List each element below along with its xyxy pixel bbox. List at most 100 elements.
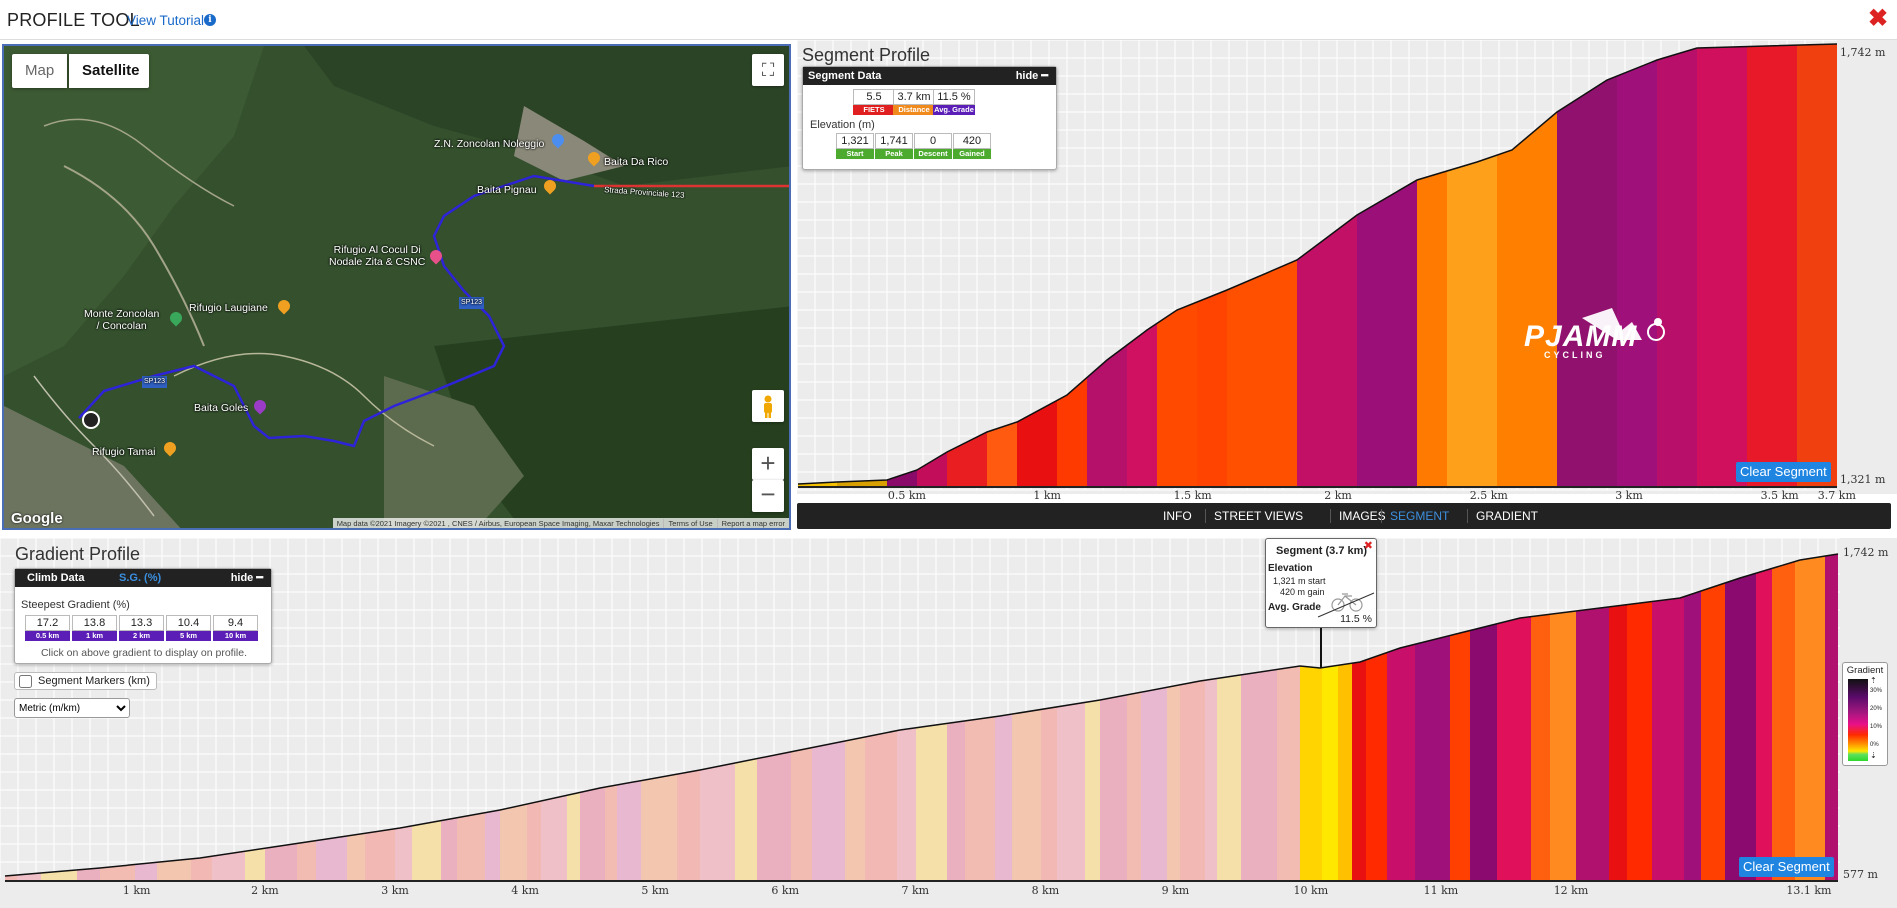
gradient-profile-chart[interactable] (0, 538, 1897, 908)
gradient-band (567, 554, 581, 880)
gradient-band (1447, 44, 1498, 486)
gradient-band (1497, 44, 1558, 486)
steepest-gradient-tab[interactable]: S.G. (%) (119, 569, 161, 587)
gradient-band (1141, 554, 1168, 880)
x-axis-tick-label: 2 km (251, 884, 279, 897)
gradient-band (605, 554, 618, 880)
x-axis-tick-label: 3 km (381, 884, 409, 897)
tooltip-title: Segment (3.7 km) (1276, 545, 1368, 557)
gradient-band (1100, 554, 1128, 880)
map-type-map-button[interactable]: Map (12, 54, 68, 88)
tab-separator (1205, 509, 1206, 523)
gradient-band (580, 554, 606, 880)
gradient-band (865, 554, 898, 880)
map-label-da-rico[interactable]: Baita Da Rico (604, 156, 668, 168)
steepest-gradient-button[interactable]: 9.4 10 km (213, 615, 258, 641)
terms-of-use-link[interactable]: Terms of Use (663, 519, 717, 528)
steepest-gradient-distance: 1 km (72, 631, 117, 641)
gradient-band (1797, 44, 1837, 486)
x-axis-tick-label: 2 km (1324, 489, 1352, 502)
steepest-gradient-button[interactable]: 10.4 5 km (166, 615, 211, 641)
gradient-band (485, 554, 501, 880)
minus-icon: ━ (256, 572, 263, 584)
gradient-band (441, 554, 458, 880)
gradient-band (1550, 554, 1577, 880)
steepest-gradient-button[interactable]: 17.2 0.5 km (25, 615, 70, 641)
segment-markers-checkbox[interactable] (19, 674, 32, 688)
gradient-color-bands (5, 554, 1838, 880)
steepest-gradient-button[interactable]: 13.8 1 km (72, 615, 117, 641)
elevation-stat-label: Gained (953, 149, 991, 159)
map-label-tamai[interactable]: Rifugio Tamai (92, 446, 155, 458)
tooltip-start: 1,321 m start (1273, 576, 1326, 586)
climb-data-tab[interactable]: Climb Data (27, 569, 84, 587)
tab-separator (1381, 509, 1382, 523)
gradient-band (617, 554, 642, 880)
map-label-pignau[interactable]: Baita Pignau (477, 184, 537, 196)
map-label-laugiane[interactable]: Rifugio Laugiane (189, 302, 268, 314)
gradient-band (1697, 44, 1748, 486)
road-shield-sp123: SP123 (459, 297, 485, 309)
steepest-gradient-value: 10.4 (166, 615, 211, 631)
close-icon[interactable]: ✖ (1867, 7, 1889, 31)
hide-segment-data-button[interactable]: hide ━ (1016, 67, 1048, 85)
gradient-band (1297, 44, 1358, 486)
elevation-stat-value: 1,321 (836, 133, 874, 149)
x-axis-tick-label: 7 km (901, 884, 930, 897)
profile-tool-window: PROFILE TOOL View Tutorial i ✖ Map Satel… (0, 0, 1897, 908)
satellite-map[interactable]: Map Satellite ⛶ + − Google Map data ©202… (2, 44, 791, 530)
legend-label-30: 30% (1870, 688, 1883, 694)
gradient-band (1415, 554, 1451, 880)
elevation-stat-label: Start (836, 149, 874, 159)
elevation-stat: 0 Descent (914, 133, 952, 159)
steepest-gradient-button[interactable]: 13.3 2 km (119, 615, 164, 641)
map-label-monte-zoncolan[interactable]: Monte Zoncolan / Concolan (84, 308, 159, 332)
gradient-band (1012, 554, 1042, 880)
x-axis-tick-label: 3.7 km (1817, 489, 1856, 502)
map-label-noleggio[interactable]: Z.N. Zoncolan Noleggio (434, 138, 544, 150)
view-tutorial-link[interactable]: View Tutorial (127, 13, 204, 28)
fullscreen-icon[interactable]: ⛶ (752, 54, 784, 86)
x-axis-tick-label: 0.5 km (887, 489, 926, 502)
x-axis-tick-label: 6 km (771, 884, 800, 897)
tab-gradient[interactable]: GRADIENT (1470, 503, 1544, 529)
gradient-band (1167, 554, 1181, 880)
info-icon[interactable]: i (204, 14, 216, 26)
tooltip-elevation-label: Elevation (1268, 563, 1313, 574)
tooltip-close-icon[interactable]: ✖ (1364, 539, 1373, 552)
gradient-legend: Gradient ⇡ 30% 20% 10% 0% ⇣ (1842, 662, 1888, 766)
gradient-band (1684, 554, 1702, 880)
street-view-pegman-icon[interactable] (752, 390, 784, 422)
gradient-band (845, 554, 866, 880)
clear-segment-button[interactable]: Clear Segment (1736, 462, 1831, 482)
tab-street-views[interactable]: STREET VIEWS (1208, 503, 1309, 529)
tab-info[interactable]: INFO (1157, 503, 1198, 529)
report-map-error-link[interactable]: Report a map error (716, 519, 789, 528)
segment-stat-label: FIETS (853, 105, 895, 115)
zoom-out-button[interactable]: − (752, 480, 784, 512)
gradient-band (1217, 554, 1242, 880)
elevation-stat-value: 1,741 (875, 133, 913, 149)
pjamm-logo-text: PJAMM (1524, 320, 1638, 353)
clear-segment-button[interactable]: Clear Segment (1739, 857, 1834, 877)
map-label-goles[interactable]: Baita Goles (194, 402, 248, 414)
hide-climb-data-button[interactable]: hide ━ (231, 569, 263, 587)
zoom-in-button[interactable]: + (752, 448, 784, 480)
legend-up-arrow: ⇡ (1870, 676, 1877, 685)
gradient-band (347, 554, 366, 880)
gradient-band (916, 554, 948, 880)
steepest-gradient-distance: 5 km (166, 631, 211, 641)
segment-top-elevation: 1,742 m (1840, 46, 1886, 59)
map-label-cocul[interactable]: Rifugio Al Cocul Di Nodale Zita & CSNC (329, 244, 425, 268)
segment-markers-toggle[interactable]: Segment Markers (km) (14, 672, 157, 690)
tab-images[interactable]: IMAGES (1333, 503, 1392, 529)
units-select[interactable]: Metric (m/km) (14, 698, 130, 718)
steepest-gradient-value: 9.4 (213, 615, 258, 631)
tab-segment[interactable]: SEGMENT (1384, 503, 1455, 529)
pjamm-cycling-logo: PJAMM CYCLING (1522, 300, 1682, 360)
segment-markers-label: Segment Markers (km) (38, 675, 150, 687)
gradient-band (1157, 44, 1198, 486)
x-axis-tick-label: 11 km (1423, 884, 1459, 897)
x-axis-tick-label: 12 km (1553, 884, 1589, 897)
map-type-satellite-button[interactable]: Satellite (69, 54, 149, 88)
